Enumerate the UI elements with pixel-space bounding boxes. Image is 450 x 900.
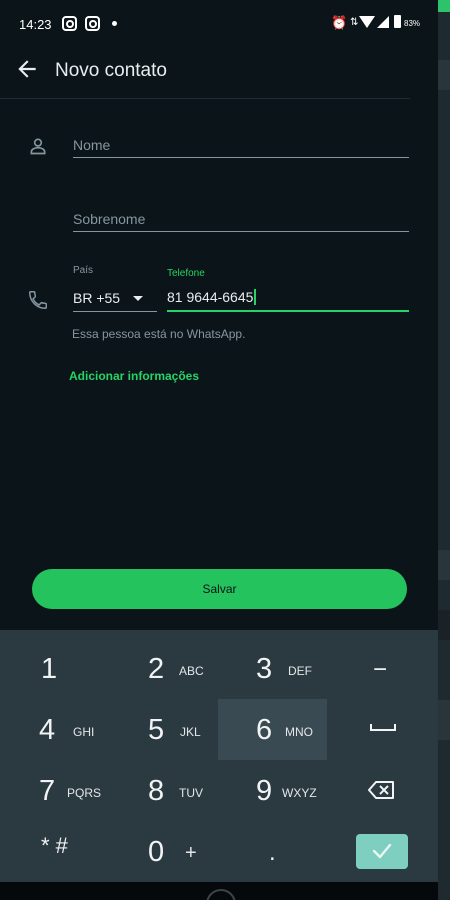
- key-1[interactable]: 1: [0, 638, 109, 699]
- first-name-placeholder: Nome: [73, 137, 111, 153]
- phone-input[interactable]: 81 9644-6645: [167, 286, 409, 312]
- key-letters: MNO: [285, 725, 313, 739]
- background-block: [438, 700, 450, 740]
- last-name-field[interactable]: Sobrenome: [73, 206, 409, 232]
- background-block: [438, 610, 450, 640]
- key-backspace[interactable]: [327, 760, 436, 821]
- key-8[interactable]: 8 TUV: [109, 760, 218, 821]
- country-select[interactable]: BR +55: [73, 286, 157, 312]
- data-arrows-icon: ⇅: [350, 17, 359, 28]
- last-name-placeholder: Sobrenome: [73, 211, 146, 227]
- key-letters: +: [185, 842, 197, 864]
- checkmark-icon: [372, 843, 392, 859]
- phone-value: 81 9644-6645: [167, 289, 254, 305]
- key-letters: ABC: [179, 664, 204, 678]
- signal-icon: [377, 16, 389, 28]
- key-star-hash[interactable]: * #: [0, 821, 109, 882]
- key-dot[interactable]: .: [218, 821, 327, 882]
- status-bar: 14:23 ⏰ ⇅ 83%: [0, 0, 438, 46]
- key-letters: TUV: [179, 786, 203, 800]
- key-4[interactable]: 4 GHI: [0, 699, 109, 760]
- key-digit: 2: [148, 653, 165, 685]
- page-title: Novo contato: [55, 60, 167, 81]
- key-letters: WXYZ: [282, 786, 317, 800]
- star-hash-symbol: * #: [41, 833, 68, 858]
- key-digit: 5: [148, 714, 165, 746]
- key-digit: 1: [41, 653, 58, 685]
- window-accent: [438, 0, 450, 12]
- key-letters: GHI: [73, 725, 95, 739]
- phone-icon: [29, 291, 47, 309]
- dropdown-caret-icon: [133, 296, 143, 301]
- status-time: 14:23: [19, 17, 52, 32]
- battery-icon: [394, 15, 401, 28]
- country-value: BR +55: [73, 290, 121, 306]
- dot-key-symbol: .: [269, 839, 276, 866]
- whatsapp-hint: Essa pessoa está no WhatsApp.: [72, 327, 246, 341]
- phone-label: Telefone: [167, 268, 205, 279]
- text-cursor: [254, 289, 256, 305]
- key-digit: 7: [39, 775, 56, 807]
- key-letters: DEF: [288, 664, 312, 678]
- battery-percent: 83%: [404, 19, 421, 28]
- first-name-field[interactable]: Nome: [73, 132, 409, 158]
- add-info-link[interactable]: Adicionar informações: [69, 369, 199, 383]
- key-7[interactable]: 7 PQRS: [0, 760, 109, 821]
- key-2[interactable]: 2 ABC: [109, 638, 218, 699]
- instagram-icon: [62, 16, 77, 31]
- person-icon: [30, 138, 46, 155]
- app-screen: 14:23 ⏰ ⇅ 83% Novo contato Nome Sobrenom…: [0, 0, 438, 900]
- divider: [0, 98, 410, 99]
- key-5[interactable]: 5 JKL: [109, 699, 218, 760]
- notification-dot-icon: [112, 21, 117, 26]
- key-minus[interactable]: −: [327, 638, 436, 699]
- instagram-icon: [85, 16, 100, 31]
- key-6[interactable]: 6 MNO: [218, 699, 327, 760]
- key-digit: 9: [256, 775, 273, 807]
- key-letters: JKL: [180, 725, 201, 739]
- save-button[interactable]: Salvar: [32, 569, 407, 609]
- key-9[interactable]: 9 WXYZ: [218, 760, 327, 821]
- key-space[interactable]: [327, 699, 436, 760]
- key-0[interactable]: 0 +: [109, 821, 218, 882]
- back-arrow-icon[interactable]: [14, 56, 40, 82]
- background-block: [438, 550, 450, 580]
- key-digit: 8: [148, 775, 165, 807]
- home-button-icon[interactable]: [206, 889, 236, 900]
- minus-key-symbol: −: [373, 656, 388, 683]
- key-digit: 6: [256, 714, 273, 746]
- backspace-icon: [368, 781, 394, 799]
- navigation-bar: [0, 882, 438, 900]
- key-digit: 4: [39, 714, 56, 746]
- done-button[interactable]: [356, 834, 408, 869]
- key-3[interactable]: 3 DEF: [218, 638, 327, 699]
- key-letters: PQRS: [67, 786, 102, 800]
- country-label: País: [73, 265, 94, 276]
- space-icon: [370, 724, 396, 731]
- alarm-icon: ⏰: [331, 15, 348, 30]
- background-window: [438, 0, 450, 900]
- app-bar: Novo contato: [0, 46, 438, 98]
- wifi-icon: [359, 16, 375, 28]
- key-digit: 0: [148, 836, 165, 868]
- background-block: [438, 60, 450, 90]
- key-digit: 3: [256, 653, 273, 685]
